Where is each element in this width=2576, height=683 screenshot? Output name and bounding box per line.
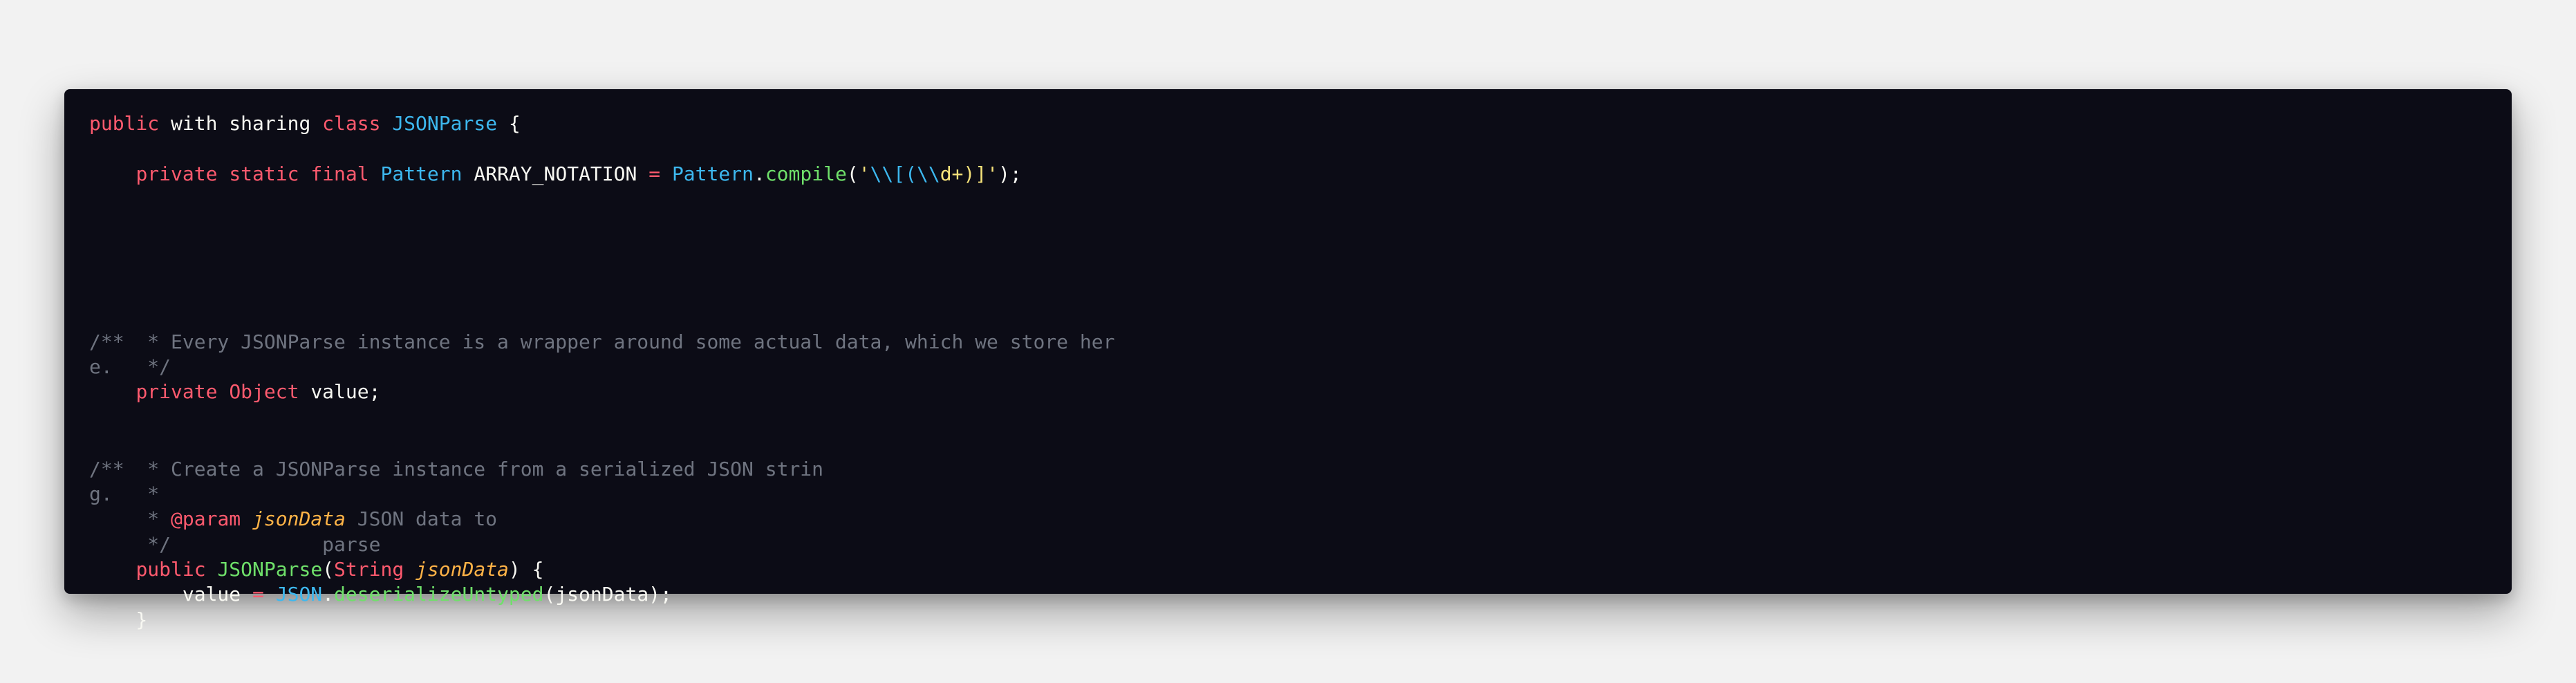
doc-comment-line-3: /** * Create a JSONParse instance from a… (89, 458, 824, 480)
doc-comment-close: */ parse (89, 533, 381, 556)
string-quote: ' (858, 162, 870, 185)
string-end: )]' (963, 162, 998, 185)
param-name: jsonData (252, 507, 346, 530)
keyword-public: public (89, 112, 160, 135)
param-name: jsonData (416, 558, 509, 581)
code-line-class-declaration: public with sharing class JSONParse { (89, 111, 521, 137)
type-json: JSON (275, 583, 323, 606)
constructor-open: ) { (508, 558, 544, 581)
comment-prefix: * (89, 507, 171, 530)
keyword-static: static (229, 162, 299, 185)
modifier-with-sharing: with sharing (159, 112, 323, 135)
open-brace: { (497, 112, 521, 135)
statement-end: ); (998, 162, 1022, 185)
doc-comment-param-line: * @param jsonData JSON data to (89, 506, 497, 532)
code-block: public with sharing class JSONParse { pr… (89, 89, 2487, 659)
string-escape: \\[(\\ (870, 162, 940, 185)
var-value: value (182, 583, 253, 606)
code-line-deserialize: value = JSON.deserializeUntyped(jsonData… (89, 581, 672, 608)
code-snippet-window: public with sharing class JSONParse { pr… (64, 89, 2512, 631)
string-digits: d+ (940, 162, 964, 185)
class-name: JSONParse (392, 112, 498, 135)
keyword-private: private (136, 162, 218, 185)
assign-operator: = (648, 162, 661, 185)
call-args: (jsonData); (543, 583, 672, 606)
field-value: value; (299, 380, 381, 403)
keyword-public: public (136, 558, 206, 581)
paren-open: ( (846, 162, 859, 185)
code-line-array-notation: private static final Pattern ARRAY_NOTAT… (89, 161, 1022, 187)
code-line-constructor: public JSONParse(String jsonData) { (89, 556, 543, 583)
type-string: String (334, 558, 404, 581)
doc-comment-line-1: /** * Every JSONParse instance is a wrap… (89, 330, 1115, 353)
param-description: JSON data to (345, 507, 498, 530)
code-line-close-brace: } (89, 608, 148, 631)
method-deserialize-untyped: deserializeUntyped (334, 583, 544, 606)
constructor-name: JSONParse (217, 558, 323, 581)
method-compile: compile (765, 162, 847, 185)
type-pattern: Pattern (380, 162, 463, 185)
keyword-class: class (322, 112, 381, 135)
code-line-value-field: private Object value; (89, 379, 380, 405)
param-tag: @param (171, 507, 241, 530)
constant-name: ARRAY_NOTATION (462, 162, 649, 185)
doc-comment-line-4: g. * (89, 483, 160, 505)
keyword-private: private (136, 380, 218, 403)
type-pattern-ref: Pattern (671, 162, 754, 185)
assign-operator: = (252, 583, 264, 606)
paren-open: ( (322, 558, 335, 581)
keyword-final: final (310, 162, 369, 185)
dot: . (322, 583, 335, 606)
type-object: Object (229, 380, 299, 403)
dot: . (753, 162, 765, 185)
doc-comment-line-2: e. */ (89, 355, 171, 378)
